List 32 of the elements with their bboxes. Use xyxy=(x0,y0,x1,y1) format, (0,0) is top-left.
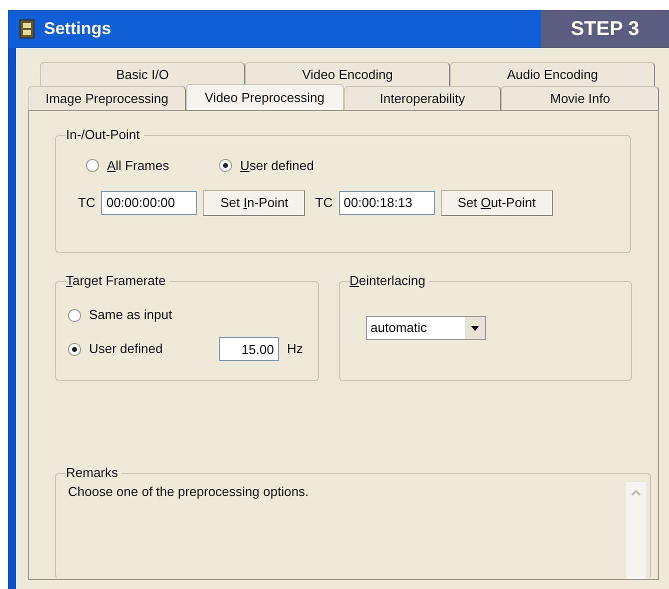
tab[interactable]: Image Preprocessing xyxy=(28,86,186,110)
radio-button[interactable] xyxy=(219,159,232,172)
radio-label: All Frames xyxy=(107,157,170,175)
tab[interactable]: Audio Encoding xyxy=(450,62,655,86)
tab[interactable]: Movie Info xyxy=(501,86,659,110)
radio-button[interactable] xyxy=(68,308,81,322)
caret-icon xyxy=(470,326,479,330)
film-icon xyxy=(18,19,36,39)
radio-label: User defined xyxy=(89,340,164,358)
tc-label: TC xyxy=(78,194,96,212)
tc-label: TC xyxy=(315,194,333,212)
window-title: Settings xyxy=(44,18,112,40)
tab[interactable]: Video Encoding xyxy=(245,62,450,86)
group-title: Deinterlacing xyxy=(350,273,430,289)
dropdown[interactable]: automatic xyxy=(366,316,486,340)
push-button[interactable]: Set In-Point xyxy=(203,190,306,216)
radio-button[interactable] xyxy=(86,159,99,172)
step-badge: STEP 3 xyxy=(541,10,669,48)
framerate-field[interactable]: 15.00 xyxy=(219,337,279,361)
timecode-field[interactable]: 00:00:00:00 xyxy=(101,190,198,214)
push-button[interactable]: Set Out-Point xyxy=(440,190,553,216)
remarks-text: Choose one of the preprocessing options. xyxy=(68,483,310,501)
tab[interactable]: Interoperability xyxy=(344,86,502,110)
unit-label: Hz xyxy=(287,340,303,358)
radio-label: User defined xyxy=(240,157,314,175)
group-title: Target Framerate xyxy=(66,273,170,289)
radio-label: Same as input xyxy=(89,306,174,324)
tab[interactable]: Video Preprocessing xyxy=(186,84,344,110)
timecode-field[interactable]: 00:00:18:13 xyxy=(338,190,435,214)
scroll-up-icon[interactable] xyxy=(631,490,641,496)
radio-button[interactable] xyxy=(68,342,81,356)
tab[interactable]: Basic I/O xyxy=(40,62,245,86)
